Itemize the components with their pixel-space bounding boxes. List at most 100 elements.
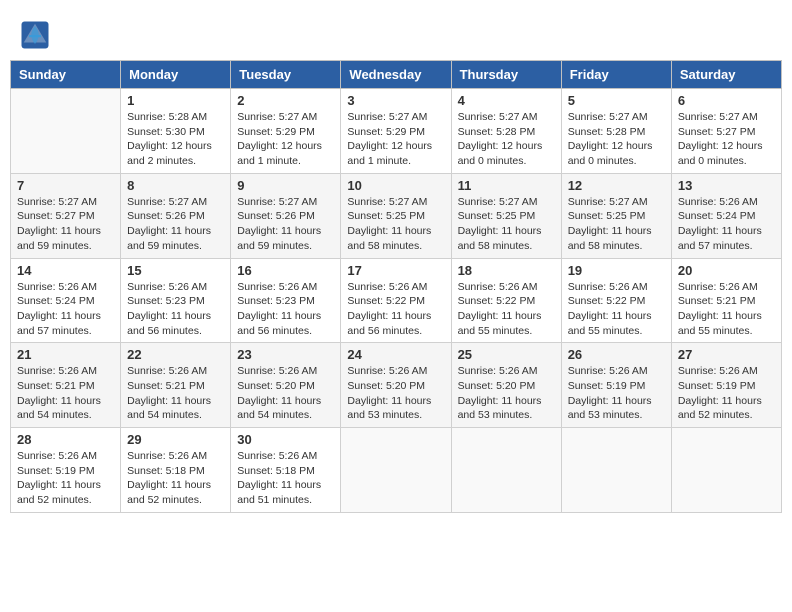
day-number: 24 [347, 347, 444, 362]
day-info: Sunrise: 5:26 AM Sunset: 5:22 PM Dayligh… [347, 280, 444, 339]
table-row: 15 Sunrise: 5:26 AM Sunset: 5:23 PM Dayli… [121, 258, 231, 343]
calendar-table: Sunday Monday Tuesday Wednesday Thursday… [10, 60, 782, 513]
table-row: 11 Sunrise: 5:27 AM Sunset: 5:25 PM Dayli… [451, 173, 561, 258]
day-info: Sunrise: 5:27 AM Sunset: 5:29 PM Dayligh… [237, 110, 334, 169]
table-row: 4 Sunrise: 5:27 AM Sunset: 5:28 PM Daylig… [451, 89, 561, 174]
day-info: Sunrise: 5:28 AM Sunset: 5:30 PM Dayligh… [127, 110, 224, 169]
table-row: 1 Sunrise: 5:28 AM Sunset: 5:30 PM Daylig… [121, 89, 231, 174]
table-row: 27 Sunrise: 5:26 AM Sunset: 5:19 PM Dayli… [671, 343, 781, 428]
table-row [11, 89, 121, 174]
day-number: 13 [678, 178, 775, 193]
day-number: 23 [237, 347, 334, 362]
table-row: 13 Sunrise: 5:26 AM Sunset: 5:24 PM Dayli… [671, 173, 781, 258]
header-saturday: Saturday [671, 61, 781, 89]
day-info: Sunrise: 5:26 AM Sunset: 5:21 PM Dayligh… [678, 280, 775, 339]
day-info: Sunrise: 5:26 AM Sunset: 5:23 PM Dayligh… [237, 280, 334, 339]
day-info: Sunrise: 5:27 AM Sunset: 5:28 PM Dayligh… [458, 110, 555, 169]
calendar-week-row: 7 Sunrise: 5:27 AM Sunset: 5:27 PM Daylig… [11, 173, 782, 258]
day-info: Sunrise: 5:27 AM Sunset: 5:25 PM Dayligh… [347, 195, 444, 254]
day-info: Sunrise: 5:27 AM Sunset: 5:28 PM Dayligh… [568, 110, 665, 169]
header-monday: Monday [121, 61, 231, 89]
table-row: 8Sunrise: 5:27 AM Sunset: 5:26 PM Daylig… [121, 173, 231, 258]
table-row: 24 Sunrise: 5:26 AM Sunset: 5:20 PM Dayli… [341, 343, 451, 428]
day-number: 11 [458, 178, 555, 193]
day-number: 8 [127, 178, 224, 193]
table-row: 20Sunrise: 5:26 AM Sunset: 5:21 PM Dayli… [671, 258, 781, 343]
day-number: 28 [17, 432, 114, 447]
header-wednesday: Wednesday [341, 61, 451, 89]
day-number: 18 [458, 263, 555, 278]
table-row: 22Sunrise: 5:26 AM Sunset: 5:21 PM Dayli… [121, 343, 231, 428]
day-info: Sunrise: 5:26 AM Sunset: 5:18 PM Dayligh… [127, 449, 224, 508]
table-row: 5 Sunrise: 5:27 AM Sunset: 5:28 PM Daylig… [561, 89, 671, 174]
day-number: 27 [678, 347, 775, 362]
day-number: 22 [127, 347, 224, 362]
table-row: 26 Sunrise: 5:26 AM Sunset: 5:19 PM Dayli… [561, 343, 671, 428]
day-number: 1 [127, 93, 224, 108]
day-number: 29 [127, 432, 224, 447]
table-row: 23 Sunrise: 5:26 AM Sunset: 5:20 PM Dayli… [231, 343, 341, 428]
day-info: Sunrise: 5:27 AM Sunset: 5:26 PM Dayligh… [237, 195, 334, 254]
day-info: Sunrise: 5:26 AM Sunset: 5:23 PM Dayligh… [127, 280, 224, 339]
day-info: Sunrise: 5:26 AM Sunset: 5:21 PM Dayligh… [17, 364, 114, 423]
table-row: 30 Sunrise: 5:26 AM Sunset: 5:18 PM Dayli… [231, 428, 341, 513]
day-info: Sunrise: 5:27 AM Sunset: 5:27 PM Dayligh… [17, 195, 114, 254]
day-number: 15 [127, 263, 224, 278]
day-info: Sunrise: 5:27 AM Sunset: 5:25 PM Dayligh… [458, 195, 555, 254]
table-row [561, 428, 671, 513]
header-friday: Friday [561, 61, 671, 89]
day-number: 21 [17, 347, 114, 362]
day-number: 10 [347, 178, 444, 193]
table-row: 2 Sunrise: 5:27 AM Sunset: 5:29 PM Daylig… [231, 89, 341, 174]
calendar-week-row: 14Sunrise: 5:26 AM Sunset: 5:24 PM Dayli… [11, 258, 782, 343]
table-row: 21 Sunrise: 5:26 AM Sunset: 5:21 PM Dayli… [11, 343, 121, 428]
table-row [341, 428, 451, 513]
table-row: 6Sunrise: 5:27 AM Sunset: 5:27 PM Daylig… [671, 89, 781, 174]
logo [20, 20, 52, 50]
table-row: 16 Sunrise: 5:26 AM Sunset: 5:23 PM Dayli… [231, 258, 341, 343]
table-row: 14Sunrise: 5:26 AM Sunset: 5:24 PM Dayli… [11, 258, 121, 343]
day-number: 4 [458, 93, 555, 108]
table-row: 25Sunrise: 5:26 AM Sunset: 5:20 PM Dayli… [451, 343, 561, 428]
day-number: 14 [17, 263, 114, 278]
day-info: Sunrise: 5:27 AM Sunset: 5:27 PM Dayligh… [678, 110, 775, 169]
calendar-week-row: 21 Sunrise: 5:26 AM Sunset: 5:21 PM Dayli… [11, 343, 782, 428]
day-info: Sunrise: 5:26 AM Sunset: 5:18 PM Dayligh… [237, 449, 334, 508]
day-info: Sunrise: 5:26 AM Sunset: 5:20 PM Dayligh… [237, 364, 334, 423]
day-number: 2 [237, 93, 334, 108]
page-header [10, 10, 782, 55]
day-number: 26 [568, 347, 665, 362]
day-info: Sunrise: 5:26 AM Sunset: 5:22 PM Dayligh… [568, 280, 665, 339]
day-number: 25 [458, 347, 555, 362]
day-number: 19 [568, 263, 665, 278]
header-sunday: Sunday [11, 61, 121, 89]
table-row: 12 Sunrise: 5:27 AM Sunset: 5:25 PM Dayli… [561, 173, 671, 258]
table-row: 7 Sunrise: 5:27 AM Sunset: 5:27 PM Daylig… [11, 173, 121, 258]
table-row: 10 Sunrise: 5:27 AM Sunset: 5:25 PM Dayli… [341, 173, 451, 258]
day-number: 16 [237, 263, 334, 278]
day-info: Sunrise: 5:26 AM Sunset: 5:22 PM Dayligh… [458, 280, 555, 339]
calendar-week-row: 28 Sunrise: 5:26 AM Sunset: 5:19 PM Dayli… [11, 428, 782, 513]
header-tuesday: Tuesday [231, 61, 341, 89]
day-number: 5 [568, 93, 665, 108]
day-number: 17 [347, 263, 444, 278]
day-info: Sunrise: 5:26 AM Sunset: 5:19 PM Dayligh… [678, 364, 775, 423]
day-info: Sunrise: 5:26 AM Sunset: 5:19 PM Dayligh… [568, 364, 665, 423]
table-row [671, 428, 781, 513]
day-info: Sunrise: 5:26 AM Sunset: 5:19 PM Dayligh… [17, 449, 114, 508]
day-info: Sunrise: 5:26 AM Sunset: 5:20 PM Dayligh… [347, 364, 444, 423]
calendar-header-row: Sunday Monday Tuesday Wednesday Thursday… [11, 61, 782, 89]
table-row: 29 Sunrise: 5:26 AM Sunset: 5:18 PM Dayli… [121, 428, 231, 513]
day-info: Sunrise: 5:26 AM Sunset: 5:24 PM Dayligh… [678, 195, 775, 254]
day-number: 7 [17, 178, 114, 193]
header-thursday: Thursday [451, 61, 561, 89]
calendar-week-row: 1 Sunrise: 5:28 AM Sunset: 5:30 PM Daylig… [11, 89, 782, 174]
day-number: 12 [568, 178, 665, 193]
table-row: 3Sunrise: 5:27 AM Sunset: 5:29 PM Daylig… [341, 89, 451, 174]
day-number: 30 [237, 432, 334, 447]
table-row: 17 Sunrise: 5:26 AM Sunset: 5:22 PM Dayli… [341, 258, 451, 343]
table-row: 9Sunrise: 5:27 AM Sunset: 5:26 PM Daylig… [231, 173, 341, 258]
table-row: 28 Sunrise: 5:26 AM Sunset: 5:19 PM Dayli… [11, 428, 121, 513]
day-info: Sunrise: 5:27 AM Sunset: 5:25 PM Dayligh… [568, 195, 665, 254]
day-info: Sunrise: 5:27 AM Sunset: 5:29 PM Dayligh… [347, 110, 444, 169]
